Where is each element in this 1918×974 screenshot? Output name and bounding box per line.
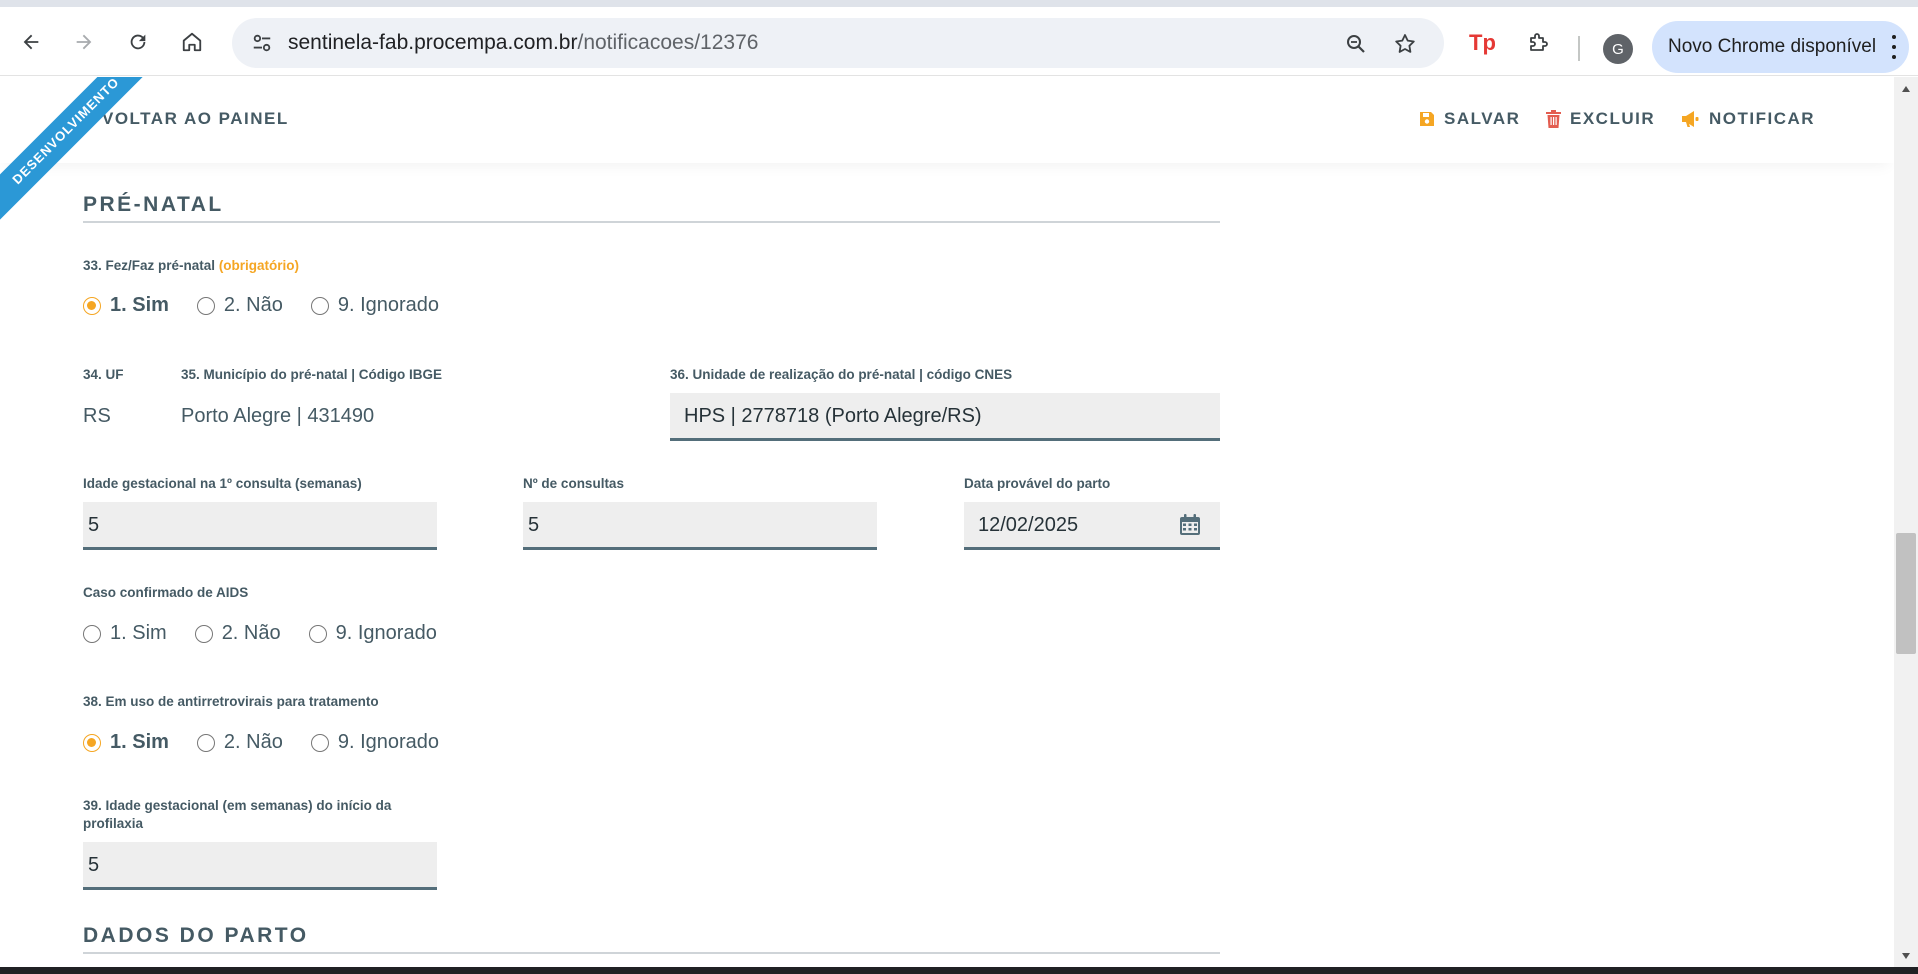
calendar-icon[interactable] — [1178, 513, 1202, 537]
municipio-label: 35. Município do pré-natal | Código IBGE — [181, 367, 443, 382]
aids-radio-group: 1. Sim 2. Não 9. Ignorado — [83, 622, 465, 645]
q38-option-sim[interactable]: 1. Sim — [83, 731, 169, 754]
avatar[interactable]: G — [1603, 34, 1633, 64]
action-bar: VOLTAR AO PAINEL SALVAR EXCLUIR NOTIFICA… — [0, 77, 1894, 163]
home-icon[interactable] — [175, 25, 209, 59]
forward-arrow-icon[interactable] — [67, 25, 101, 59]
url-path: /notificacoes/12376 — [577, 31, 759, 54]
radio-label: 2. Não — [223, 731, 283, 753]
section-title-prenatal: PRÉ-NATAL — [83, 193, 224, 216]
aids-label: Caso confirmado de AIDS — [83, 585, 249, 600]
page-scrollbar[interactable] — [1894, 77, 1918, 967]
section-divider — [83, 952, 1220, 954]
aids-option-sim[interactable]: 1. Sim — [83, 622, 167, 645]
radio-label: 1. Sim — [110, 731, 169, 753]
q38-option-ignorado[interactable]: 9. Ignorado — [310, 731, 440, 754]
q33-radio-group: 1. Sim 2. Não 9. Ignorado — [83, 294, 467, 317]
uf-label: 34. UF — [83, 367, 124, 382]
data-parto-input[interactable]: 12/02/2025 — [964, 502, 1220, 550]
unidade-label: 36. Unidade de realização do pré-natal |… — [670, 367, 1013, 382]
scroll-up-icon[interactable] — [1900, 83, 1912, 95]
idade-gestacional-label: Idade gestacional na 1º consulta (semana… — [83, 476, 362, 491]
section-divider — [83, 221, 1220, 223]
zoom-icon[interactable] — [1342, 30, 1370, 58]
svg-text:Tp: Tp — [1469, 30, 1496, 55]
radio-unchecked-icon[interactable] — [310, 733, 329, 752]
q39-input[interactable]: 5 — [83, 842, 437, 890]
radio-checked-icon[interactable] — [83, 296, 101, 315]
radio-unchecked-icon[interactable] — [83, 624, 101, 643]
radio-unchecked-icon[interactable] — [308, 624, 327, 643]
data-parto-label: Data provável do parto — [964, 476, 1111, 491]
aids-option-nao[interactable]: 2. Não — [194, 622, 281, 645]
required-marker: (obrigatório) — [218, 258, 300, 273]
notify-button[interactable]: NOTIFICAR — [1680, 109, 1815, 129]
kebab-menu-icon[interactable] — [1891, 35, 1897, 59]
radio-checked-icon[interactable] — [83, 733, 101, 752]
radio-label: 2. Não — [223, 294, 283, 316]
scrollbar-thumb[interactable] — [1896, 533, 1916, 654]
back-to-panel-link[interactable]: VOLTAR AO PAINEL — [102, 109, 289, 129]
tp-extension-icon[interactable]: Tp — [1466, 25, 1500, 59]
radio-label: 2. Não — [221, 622, 281, 644]
scroll-down-icon[interactable] — [1900, 950, 1912, 962]
save-icon — [1420, 112, 1434, 126]
puzzle-icon[interactable] — [1522, 25, 1556, 59]
q38-option-nao[interactable]: 2. Não — [196, 731, 283, 754]
radio-label: 9. Ignorado — [337, 731, 440, 753]
radio-label: 1. Sim — [110, 294, 169, 316]
url-host: sentinela-fab.procempa.com.br — [288, 31, 578, 54]
q33-label-text: 33. Fez/Faz pré-natal — [83, 258, 216, 273]
delete-button[interactable]: EXCLUIR — [1546, 109, 1655, 129]
q33-label: 33. Fez/Faz pré-natal (obrigatório) — [83, 257, 299, 275]
radio-unchecked-icon[interactable] — [196, 296, 215, 315]
radio-unchecked-icon[interactable] — [310, 296, 329, 315]
consultas-input[interactable]: 5 — [523, 502, 877, 550]
page-content: VOLTAR AO PAINEL SALVAR EXCLUIR NOTIFICA… — [0, 77, 1918, 967]
url-text: sentinela-fab.procempa.com.br/notificaco… — [288, 31, 758, 55]
save-label: SALVAR — [1444, 109, 1521, 128]
q33-option-nao[interactable]: 2. Não — [196, 294, 283, 317]
megaphone-icon — [1682, 111, 1699, 127]
consultas-label: Nº de consultas — [523, 476, 624, 491]
section-title-parto: DADOS DO PARTO — [83, 924, 309, 947]
address-bar[interactable]: sentinela-fab.procempa.com.br/notificaco… — [232, 18, 1444, 68]
radio-label: 9. Ignorado — [337, 294, 440, 316]
radio-unchecked-icon[interactable] — [196, 733, 215, 752]
back-arrow-icon[interactable] — [14, 25, 48, 59]
aids-option-ignorado[interactable]: 9. Ignorado — [308, 622, 437, 645]
q33-option-sim[interactable]: 1. Sim — [83, 294, 169, 317]
reload-icon[interactable] — [121, 25, 155, 59]
trash-icon — [1546, 110, 1561, 128]
radio-label: 1. Sim — [110, 622, 167, 644]
data-parto-value: 12/02/2025 — [978, 514, 1079, 536]
tab-strip — [0, 0, 1918, 7]
toolbar-divider — [1578, 36, 1580, 61]
taskbar-edge — [0, 967, 1918, 974]
q39-label: 39. Idade gestacional (em semanas) do in… — [83, 798, 392, 831]
idade-gestacional-input[interactable]: 5 — [83, 502, 437, 550]
browser-toolbar: sentinela-fab.procempa.com.br/notificaco… — [0, 7, 1918, 76]
delete-label: EXCLUIR — [1570, 109, 1656, 128]
q33-option-ignorado[interactable]: 9. Ignorado — [310, 294, 440, 317]
q38-label: 38. Em uso de antirretrovirais para trat… — [83, 694, 379, 709]
radio-label: 9. Ignorado — [335, 622, 437, 644]
radio-unchecked-icon[interactable] — [194, 624, 213, 643]
chrome-update-button[interactable]: Novo Chrome disponível — [1652, 21, 1909, 73]
chrome-update-label: Novo Chrome disponível — [1668, 36, 1877, 57]
uf-value: RS — [83, 405, 111, 427]
notify-label: NOTIFICAR — [1709, 109, 1816, 128]
save-button[interactable]: SALVAR — [1419, 109, 1520, 129]
q38-radio-group: 1. Sim 2. Não 9. Ignorado — [83, 731, 467, 754]
site-settings-icon[interactable] — [250, 31, 274, 55]
unidade-input[interactable]: HPS | 2778718 (Porto Alegre/RS) — [670, 393, 1220, 441]
municipio-value: Porto Alegre | 431490 — [181, 405, 375, 427]
star-icon[interactable] — [1391, 30, 1419, 58]
